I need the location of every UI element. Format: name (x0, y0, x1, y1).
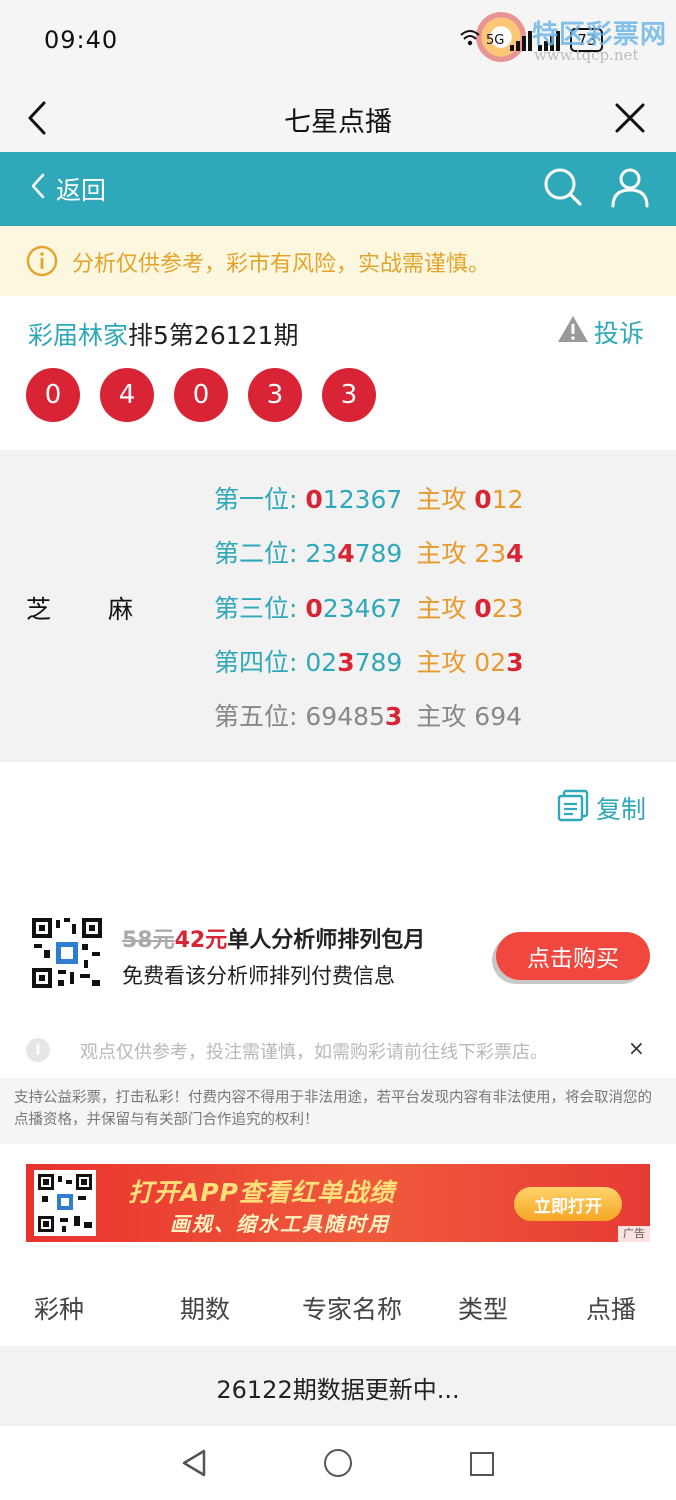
record-title: 彩届林家排5第26121期 (28, 316, 298, 352)
digits: 789 (354, 648, 403, 677)
user-icon[interactable] (610, 166, 650, 208)
attack-digits: 12 (491, 485, 524, 514)
promo-subtitle: 免费看该分析师排列付费信息 (122, 964, 395, 988)
legal-disclaimer: 支持公益彩票，打击私彩！付费内容不得用于非法用途，若平台发现内容有非法使用，将会… (0, 1078, 676, 1144)
column-header-play: 点播 (586, 1295, 637, 1324)
attack-digits: 694 (474, 702, 523, 731)
chevron-left-icon (30, 173, 46, 205)
warning-triangle-icon (556, 314, 590, 350)
main-attack-label: 主攻 (416, 485, 467, 514)
hit-digit: 4 (506, 539, 524, 568)
analysis-row-3: 第三位: 023467 主攻 023 (214, 589, 524, 625)
column-header-lottery: 彩种 (34, 1295, 85, 1324)
position-label: 第三位: (214, 594, 298, 623)
position-label: 第五位: (214, 702, 298, 731)
page-title: 七星点播 (284, 107, 392, 138)
position-label: 第四位: (214, 648, 298, 677)
draw-result-balls: 0 4 0 3 3 (26, 368, 376, 422)
hit-digit: 0 (305, 594, 323, 623)
main-attack-label: 主攻 (416, 648, 467, 677)
copy-icon (556, 788, 590, 828)
digits: 23 (305, 539, 338, 568)
network-type: 5G (486, 32, 505, 48)
info-icon: i (26, 1038, 50, 1062)
copy-label: 复制 (596, 795, 647, 824)
info-icon (26, 245, 58, 277)
qr-code-icon (30, 916, 104, 990)
complain-label: 投诉 (594, 319, 645, 348)
ad-badge: 广告 (618, 1226, 650, 1242)
digits: 69485 (305, 702, 385, 731)
back-button[interactable]: 返回 (30, 168, 106, 210)
hit-digit: 3 (337, 648, 355, 677)
promo-title: 58元42元单人分析师排列包月 (122, 922, 425, 954)
table-status-text: 26122期数据更新中... (216, 1376, 460, 1404)
promo-plan-name: 单人分析师排列包月 (227, 928, 426, 953)
nav-recents-icon[interactable] (470, 1452, 494, 1476)
main-attack-label: 主攻 (416, 702, 467, 731)
analysis-row-2: 第二位: 234789 主攻 234 (214, 534, 524, 570)
issue-text: 排5第26121期 (128, 321, 299, 350)
open-app-button[interactable]: 立即打开 (514, 1187, 622, 1221)
main-attack-label: 主攻 (416, 539, 467, 568)
watermark-url: www.tqcp.net (534, 46, 639, 64)
banner-subline: 画规、缩水工具随时用 (170, 1212, 390, 1236)
category-label-b: 麻 (108, 595, 134, 624)
close-icon[interactable]: × (628, 1036, 645, 1060)
column-header-type: 类型 (458, 1295, 509, 1324)
complain-button[interactable]: 投诉 (556, 314, 644, 350)
result-ball: 3 (248, 368, 302, 422)
risk-warning-text: 分析仅供参考，彩市有风险，实战需谨慎。 (72, 252, 491, 277)
back-label: 返回 (56, 176, 107, 205)
notice-text: 观点仅供参考，投注需谨慎，如需购彩请前往线下彩票店。 (80, 1042, 548, 1063)
attack-digits: 23 (491, 594, 524, 623)
digits: 12367 (322, 485, 403, 514)
search-icon[interactable] (542, 166, 584, 208)
back-arrow-icon[interactable] (24, 100, 54, 136)
expert-name-link[interactable]: 彩届林家 (28, 321, 128, 350)
digits: 789 (354, 539, 403, 568)
nav-home-icon[interactable] (324, 1449, 352, 1477)
attack-digits: 23 (474, 539, 507, 568)
column-header-expert: 专家名称 (302, 1295, 403, 1324)
hit-digit: 0 (305, 485, 323, 514)
status-time: 09:40 (44, 26, 119, 54)
hit-digit: 0 (474, 594, 492, 623)
hit-digit: 3 (506, 648, 524, 677)
copy-button[interactable]: 复制 (556, 788, 646, 828)
result-ball: 0 (174, 368, 228, 422)
analysis-row-1: 第一位: 012367 主攻 012 (214, 480, 524, 516)
result-ball: 4 (100, 368, 154, 422)
qr-code-icon (34, 1170, 96, 1236)
result-ball: 0 (26, 368, 80, 422)
nav-back-icon[interactable] (180, 1448, 208, 1478)
position-label: 第二位: (214, 539, 298, 568)
old-price: 58元 (122, 928, 175, 953)
wifi-icon (460, 29, 480, 51)
analysis-row-5: 第五位: 694853 主攻 694 (214, 697, 522, 733)
main-attack-label: 主攻 (416, 594, 467, 623)
signal-icon (510, 29, 533, 51)
close-icon[interactable] (612, 100, 648, 136)
hit-digit: 0 (474, 485, 492, 514)
attack-digits: 02 (474, 648, 507, 677)
hit-digit: 4 (337, 539, 355, 568)
analysis-row-4: 第四位: 023789 主攻 023 (214, 643, 524, 679)
digits: 23467 (322, 594, 403, 623)
buy-button[interactable]: 点击购买 (496, 932, 650, 980)
category-label-a: 芝 (26, 595, 52, 624)
new-price: 42元 (174, 928, 228, 953)
position-label: 第一位: (214, 485, 298, 514)
column-header-issue: 期数 (180, 1295, 231, 1324)
result-ball: 3 (322, 368, 376, 422)
digits: 02 (305, 648, 338, 677)
hit-digit: 3 (384, 702, 403, 731)
banner-headline: 打开APP查看红单战绩 (128, 1178, 395, 1207)
